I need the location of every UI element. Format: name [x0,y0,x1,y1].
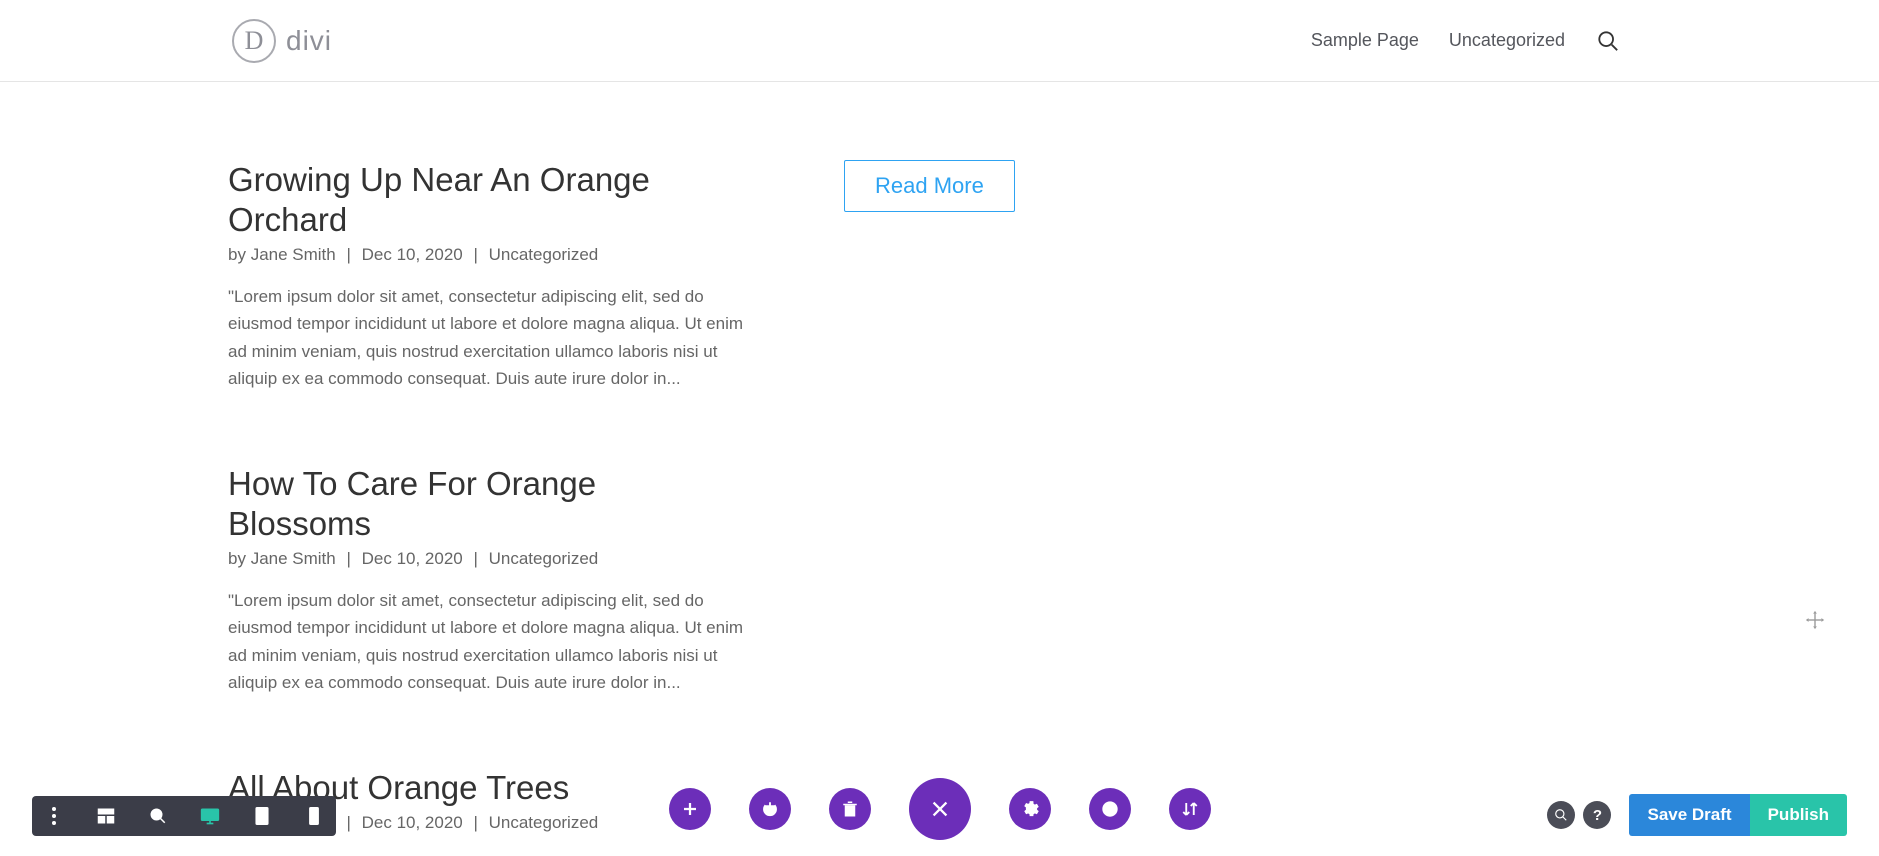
meta-separator: | [469,245,483,264]
post-by-label: by [228,245,251,264]
builder-toolbar: ? Save Draft Publish [0,796,1879,836]
post-item: Growing Up Near An Orange Orchard by Jan… [228,160,748,392]
meta-separator: | [469,813,483,832]
zoom-icon[interactable] [146,804,170,828]
device-tray [32,796,336,836]
power-button[interactable] [749,788,791,830]
site-header: D divi Sample Page Uncategorized [0,0,1879,82]
content-area: Growing Up Near An Orange Orchard by Jan… [0,82,1879,856]
post-item: How To Care For Orange Blossoms by Jane … [228,464,748,696]
meta-separator: | [342,549,356,568]
close-builder-button[interactable] [909,778,971,840]
builder-right-actions: ? Save Draft Publish [1547,794,1847,836]
builder-search-icon[interactable] [1547,801,1575,829]
post-category-link[interactable]: Uncategorized [489,813,599,832]
posts-column: Growing Up Near An Orange Orchard by Jan… [228,160,748,856]
post-excerpt: "Lorem ipsum dolor sit amet, consectetur… [228,851,748,856]
post-author-link[interactable]: Jane Smith [251,549,336,568]
tablet-view-icon[interactable] [250,804,274,828]
builder-center-actions [669,778,1211,840]
logo-mark: D [232,19,276,63]
post-date: Dec 10, 2020 [362,549,463,568]
post-date: Dec 10, 2020 [362,245,463,264]
nav-link-uncategorized[interactable]: Uncategorized [1449,30,1565,51]
save-draft-button[interactable]: Save Draft [1629,794,1749,836]
post-meta: by Jane Smith | Dec 10, 2020 | Uncategor… [228,549,748,569]
read-more-button[interactable]: Read More [844,160,1015,212]
search-icon[interactable] [1597,30,1619,52]
drag-handle-icon[interactable] [1803,608,1827,632]
post-meta: by Jane Smith | Dec 10, 2020 | Uncategor… [228,245,748,265]
post-title[interactable]: How To Care For Orange Blossoms [228,464,748,543]
post-excerpt: "Lorem ipsum dolor sit amet, consectetur… [228,587,748,696]
post-author-link[interactable]: Jane Smith [251,245,336,264]
logo-text: divi [286,25,332,57]
post-excerpt: "Lorem ipsum dolor sit amet, consectetur… [228,283,748,392]
publish-button[interactable]: Publish [1750,794,1847,836]
history-button[interactable] [1089,788,1131,830]
add-button[interactable] [669,788,711,830]
help-icon[interactable]: ? [1583,801,1611,829]
meta-separator: | [342,813,356,832]
site-logo[interactable]: D divi [232,19,1311,63]
phone-view-icon[interactable] [302,804,326,828]
post-date: Dec 10, 2020 [362,813,463,832]
post-by-label: by [228,549,251,568]
nav-link-sample-page[interactable]: Sample Page [1311,30,1419,51]
wireframe-view-icon[interactable] [94,804,118,828]
post-category-link[interactable]: Uncategorized [489,245,599,264]
desktop-view-icon[interactable] [198,804,222,828]
meta-separator: | [342,245,356,264]
delete-button[interactable] [829,788,871,830]
logo-letter: D [245,26,264,56]
post-category-link[interactable]: Uncategorized [489,549,599,568]
meta-separator: | [469,549,483,568]
primary-nav: Sample Page Uncategorized [1311,30,1619,52]
post-title[interactable]: Growing Up Near An Orange Orchard [228,160,748,239]
settings-button[interactable] [1009,788,1051,830]
more-options-icon[interactable] [42,804,66,828]
sort-button[interactable] [1169,788,1211,830]
